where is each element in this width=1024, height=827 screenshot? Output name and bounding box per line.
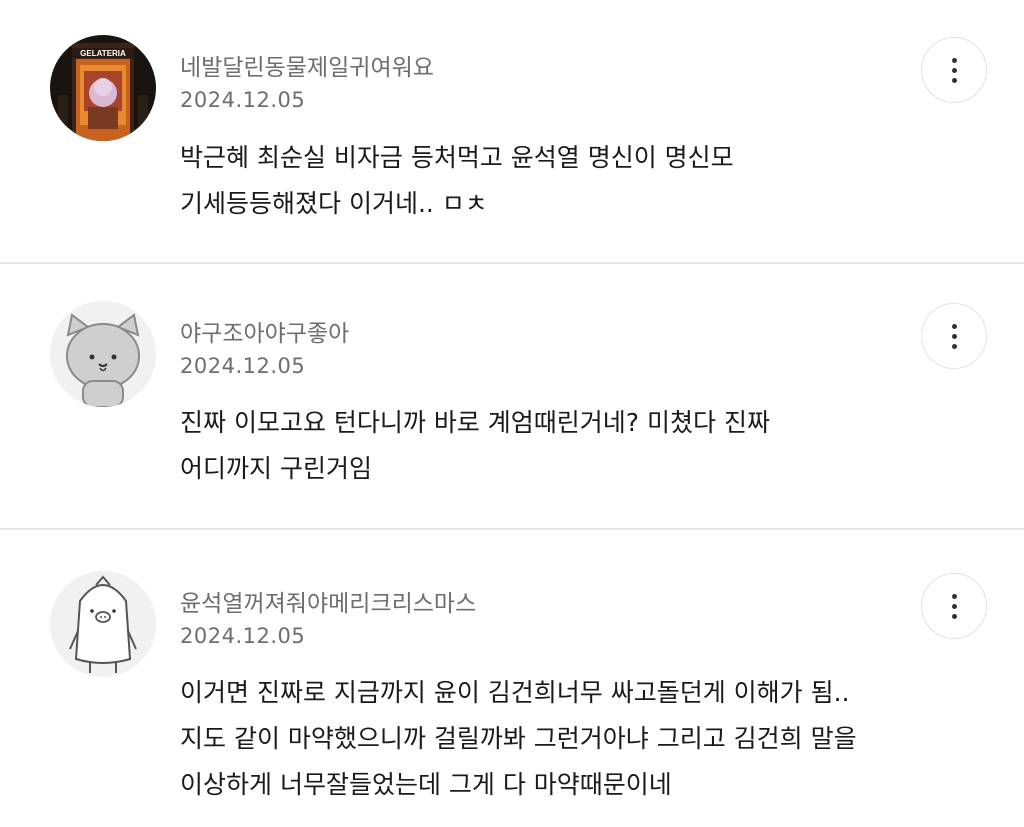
avatar[interactable] xyxy=(50,301,156,407)
comment-date: 2024.12.05 xyxy=(180,624,306,648)
more-options-button[interactable] xyxy=(921,303,987,369)
comment-line: 기세등등해졌다 이거네.. ㅁㅊ xyxy=(180,189,488,218)
comment-date: 2024.12.05 xyxy=(180,88,306,112)
more-vertical-icon xyxy=(951,57,957,83)
comment-line: 어디까지 구린거임 xyxy=(180,454,372,483)
avatar[interactable]: GELATERIA xyxy=(50,35,156,141)
more-vertical-icon xyxy=(951,323,957,349)
comment-line: 진짜 이모고요 턴다니까 바로 계엄때린거네? 미쳤다 진짜 xyxy=(180,408,770,437)
comment-line: 박근혜 최순실 비자금 등처먹고 윤석열 명신이 명신모 xyxy=(180,143,734,172)
gelateria-photo-avatar: GELATERIA xyxy=(50,35,156,141)
comment-item: GELATERIA 네발달린동물제일귀여워요 2024.12.05 박근혜 최순… xyxy=(0,0,1024,262)
avatar[interactable] xyxy=(50,571,156,677)
comment-author[interactable]: 야구조아야구좋아 xyxy=(180,314,349,348)
comment-item: 야구조아야구좋아 2024.12.05 진짜 이모고요 턴다니까 바로 계엄때린… xyxy=(0,264,1024,528)
comment-line: 이거면 진짜로 지금까지 윤이 김건희너무 싸고돌던게 이해가 됨.. xyxy=(180,678,850,707)
comment-line: 이상하게 너무잘들었는데 그게 다 마약때문이네 xyxy=(180,770,672,799)
comment-body: 진짜 이모고요 턴다니까 바로 계엄때린거네? 미쳤다 진짜 어디까지 구린거임 xyxy=(180,400,770,492)
more-options-button[interactable] xyxy=(921,573,987,639)
comment-author[interactable]: 윤석열꺼져줘야메리크리스마스 xyxy=(180,584,476,618)
more-options-button[interactable] xyxy=(921,37,987,103)
comment-line: 지도 같이 마약했으니까 걸릴까봐 그런거아냐 그리고 김건희 말을 xyxy=(180,724,857,753)
svg-text:GELATERIA: GELATERIA xyxy=(80,49,126,58)
comment-body: 박근혜 최순실 비자금 등처먹고 윤석열 명신이 명신모 기세등등해졌다 이거네… xyxy=(180,135,734,227)
comment-body: 이거면 진짜로 지금까지 윤이 김건희너무 싸고돌던게 이해가 됨.. 지도 같… xyxy=(180,670,857,808)
pig-character-avatar xyxy=(50,571,156,677)
comment-item: 윤석열꺼져줘야메리크리스마스 2024.12.05 이거면 진짜로 지금까지 윤… xyxy=(0,530,1024,827)
more-vertical-icon xyxy=(951,593,957,619)
comment-author[interactable]: 네발달린동물제일귀여워요 xyxy=(180,48,434,82)
comment-date: 2024.12.05 xyxy=(180,354,306,378)
cat-avatar xyxy=(50,301,156,407)
